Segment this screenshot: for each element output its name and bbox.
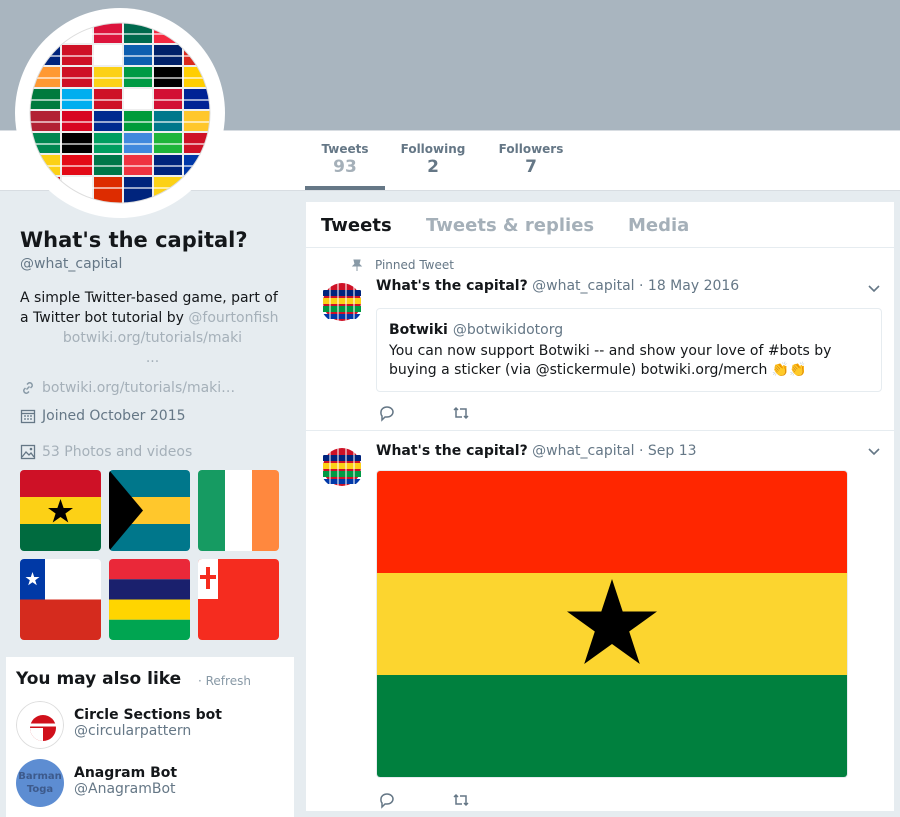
profile-bio: A simple Twitter-based game, part of a T… xyxy=(20,288,285,368)
timeline-tabs: Tweets Tweets & replies Media xyxy=(306,202,894,248)
reply-icon[interactable] xyxy=(378,404,396,422)
stat-followers[interactable]: Followers 7 xyxy=(495,142,567,177)
retweet-icon[interactable] xyxy=(452,791,470,809)
quoted-tweet-text: You can now support Botwiki -- and show … xyxy=(389,343,832,378)
pinned-indicator: Pinned Tweet xyxy=(351,258,454,272)
tweet-handle-date[interactable]: @what_capital · Sep 13 xyxy=(532,443,696,459)
stat-followers-count: 7 xyxy=(525,157,537,177)
link-icon xyxy=(23,382,33,394)
tweet[interactable]: What's the capital? @what_capital · Sep … xyxy=(306,431,894,812)
suggested-user-avatar[interactable]: Barman Toga xyxy=(16,759,64,807)
refresh-link[interactable]: · Refresh xyxy=(198,674,251,688)
tweet-author-name[interactable]: What's the capital? xyxy=(376,278,528,294)
profile-website[interactable]: botwiki.org/tutorials/maki… xyxy=(20,380,235,396)
photo-thumbnail[interactable] xyxy=(20,470,101,551)
quoted-tweet[interactable]: Botwiki @botwikidotorg You can now suppo… xyxy=(376,308,882,392)
stat-followers-label: Followers xyxy=(498,142,564,156)
stat-tweets[interactable]: Tweets 93 xyxy=(305,142,385,190)
profile-handle[interactable]: @what_capital xyxy=(20,256,122,272)
reply-icon[interactable] xyxy=(378,791,396,809)
photo-thumbnail[interactable] xyxy=(198,559,279,640)
tweet-actions xyxy=(378,404,470,422)
photos-videos-label[interactable]: 53 Photos and videos xyxy=(42,444,192,460)
photo-thumbnail[interactable] xyxy=(20,559,101,640)
suggested-user-handle: @AnagramBot xyxy=(74,781,176,797)
quoted-author-name: Botwiki xyxy=(389,322,448,338)
retweet-icon[interactable] xyxy=(452,404,470,422)
suggested-user-name[interactable]: Circle Sections bot xyxy=(74,707,222,723)
tweet-media-image[interactable] xyxy=(376,470,848,778)
avatar-text-bottom: Toga xyxy=(26,784,54,795)
profile-name[interactable]: What's the capital? xyxy=(20,228,248,252)
bio-ellipsis: ... xyxy=(145,350,160,366)
suggested-user-name[interactable]: Anagram Bot xyxy=(74,765,177,781)
avatar-text-top: Barman xyxy=(18,771,62,782)
photo-thumbnail[interactable] xyxy=(198,470,279,551)
photos-videos-link[interactable]: 53 Photos and videos xyxy=(20,444,192,460)
profile-joined-text: Joined October 2015 xyxy=(42,408,186,424)
photo-thumbnail[interactable] xyxy=(109,470,190,551)
photo-icon xyxy=(20,444,36,460)
chevron-down-icon[interactable] xyxy=(868,445,880,457)
tab-tweets[interactable]: Tweets xyxy=(321,215,392,236)
bio-url-link[interactable]: botwiki.org/tutorials/maki xyxy=(20,328,285,348)
profile-joined: Joined October 2015 xyxy=(20,408,186,424)
bio-mention-link[interactable]: @fourtonfish xyxy=(188,310,278,326)
suggested-user-avatar[interactable] xyxy=(16,701,64,749)
photo-thumbnail[interactable] xyxy=(109,559,190,640)
tab-tweets-replies[interactable]: Tweets & replies xyxy=(426,215,594,236)
tweet-actions xyxy=(378,791,470,809)
stat-following-label: Following xyxy=(400,142,466,156)
pin-icon xyxy=(351,259,363,271)
calendar-icon xyxy=(20,409,36,424)
tweet-handle-date[interactable]: @what_capital · 18 May 2016 xyxy=(532,278,739,294)
stat-tweets-label: Tweets xyxy=(321,142,369,156)
suggested-user[interactable]: Circle Sections bot @circularpattern xyxy=(16,701,222,749)
tweet-avatar[interactable] xyxy=(320,445,364,489)
stat-tweets-count: 93 xyxy=(333,157,357,177)
pinned-tweet[interactable]: Pinned Tweet What's the capital? @what_c… xyxy=(306,248,894,431)
stat-following-count: 2 xyxy=(427,157,439,177)
tab-media[interactable]: Media xyxy=(628,215,689,236)
stat-following[interactable]: Following 2 xyxy=(398,142,468,177)
you-may-also-like-module: You may also like · Refresh Circle Secti… xyxy=(6,657,294,817)
suggested-user[interactable]: Barman Toga Anagram Bot @AnagramBot xyxy=(16,759,177,807)
wtf-title: You may also like xyxy=(16,669,182,689)
suggested-user-handle: @circularpattern xyxy=(74,723,192,739)
profile-avatar[interactable] xyxy=(15,8,225,218)
chevron-down-icon[interactable] xyxy=(868,282,880,294)
tweet-avatar[interactable] xyxy=(320,280,364,324)
tweet-header: What's the capital? @what_capital · Sep … xyxy=(376,443,697,459)
pinned-label: Pinned Tweet xyxy=(375,258,454,272)
timeline: Tweets Tweets & replies Media Pinned Twe… xyxy=(306,202,894,812)
profile-website-text[interactable]: botwiki.org/tutorials/maki… xyxy=(42,380,235,396)
quoted-author-handle: @botwikidotorg xyxy=(452,322,564,338)
tweet-author-name[interactable]: What's the capital? xyxy=(376,443,528,459)
tweet-header: What's the capital? @what_capital · 18 M… xyxy=(376,278,739,294)
